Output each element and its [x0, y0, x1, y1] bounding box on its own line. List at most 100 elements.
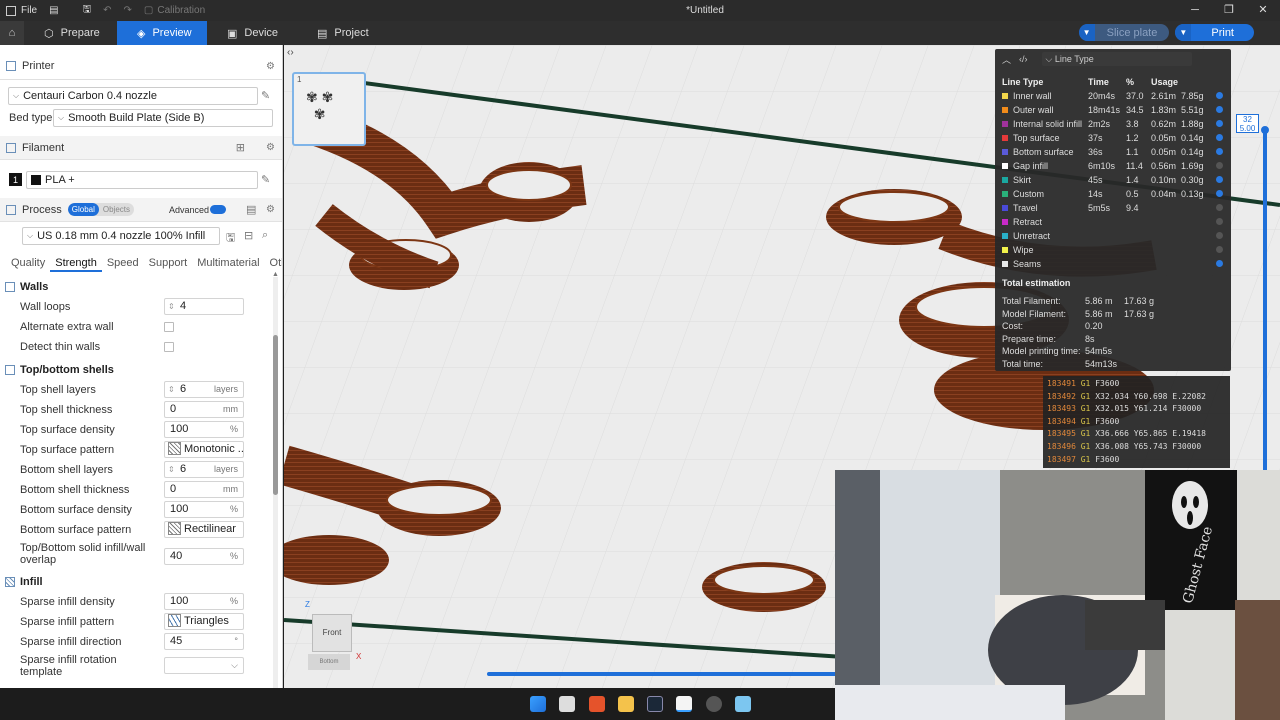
view-cube-bottom[interactable]: Bottom: [308, 654, 350, 670]
filament-settings-icon[interactable]: ⚙: [266, 142, 275, 153]
bottom-surface-density-input[interactable]: 100%: [164, 501, 244, 518]
calibration-menu[interactable]: ▢ Calibration: [138, 0, 211, 21]
view-cube-front[interactable]: Front: [312, 614, 352, 652]
visibility-eye-icon[interactable]: [1216, 204, 1223, 211]
scroll-thumb[interactable]: [273, 335, 278, 495]
tab-support[interactable]: Support: [144, 254, 193, 272]
search-icon[interactable]: ⌕: [262, 229, 268, 242]
edit-printer-icon[interactable]: ✎: [261, 89, 270, 102]
spin-icon[interactable]: ⇕: [168, 462, 175, 477]
printer-settings-icon[interactable]: ⚙: [266, 61, 275, 72]
slicer-icon[interactable]: [676, 696, 692, 712]
visibility-eye-icon[interactable]: [1216, 92, 1223, 99]
sparse-direction-input[interactable]: 45 °: [164, 633, 244, 650]
tab-prepare[interactable]: ⬡ Prepare: [24, 21, 117, 45]
redo-icon[interactable]: ↷: [118, 0, 138, 21]
close-icon[interactable]: ✕: [1246, 0, 1280, 21]
sidebar-scrollbar[interactable]: [273, 277, 278, 688]
save-preset-icon[interactable]: 🖫: [226, 229, 235, 248]
spin-icon[interactable]: ⇕: [168, 299, 175, 314]
add-filament-icon[interactable]: ⊞: [236, 141, 245, 154]
visibility-eye-icon[interactable]: [1216, 218, 1223, 225]
legend-row[interactable]: Top surface 37s 1.2 0.05m 0.14g: [1002, 131, 1228, 145]
sparse-density-input[interactable]: 100%: [164, 593, 244, 610]
start-icon[interactable]: [530, 696, 546, 712]
plate-thumbnail[interactable]: 1 ✾ ✾ ✾: [292, 72, 366, 146]
tab-speed[interactable]: Speed: [102, 254, 144, 272]
minimize-icon[interactable]: ─: [1178, 0, 1212, 21]
advanced-toggle[interactable]: [210, 205, 226, 214]
legend-row[interactable]: Internal solid infill 2m2s 3.8 0.62m 1.88g: [1002, 117, 1228, 131]
top-surface-density-input[interactable]: 100%: [164, 421, 244, 438]
spin-icon[interactable]: ⇕: [168, 382, 175, 397]
bed-type-select[interactable]: ⌵ Smooth Build Plate (Side B): [53, 109, 273, 127]
edit-filament-icon[interactable]: ✎: [261, 173, 270, 186]
collapse-legend-icon[interactable]: ︿: [1002, 53, 1011, 66]
legend-row[interactable]: Bottom surface 36s 1.1 0.05m 0.14g: [1002, 145, 1228, 159]
legend-row[interactable]: Skirt 45s 1.4 0.10m 0.30g: [1002, 173, 1228, 187]
top-surface-pattern-select[interactable]: Monotonic ...: [164, 441, 244, 458]
code-view-icon[interactable]: ‹/›: [1019, 54, 1028, 64]
legend-row[interactable]: Travel 5m5s 9.4: [1002, 201, 1228, 215]
legend-row[interactable]: Inner wall 20m4s 37.0 2.61m 7.85g: [1002, 89, 1228, 103]
tab-project[interactable]: ▤ Project: [297, 21, 387, 45]
printer-select[interactable]: ⌵ Centauri Carbon 0.4 nozzle: [8, 87, 258, 105]
print-button[interactable]: ▼ Print: [1175, 24, 1254, 41]
tab-preview[interactable]: ◈ Preview: [117, 21, 207, 45]
app-icon-2[interactable]: [706, 696, 722, 712]
detect-thin-walls-checkbox[interactable]: [164, 342, 174, 352]
visibility-eye-icon[interactable]: [1216, 120, 1223, 127]
legend-row[interactable]: Outer wall 18m41s 34.5 1.83m 5.51g: [1002, 103, 1228, 117]
compare-icon[interactable]: ▤: [246, 203, 256, 216]
legend-row[interactable]: Custom 14s 0.5 0.04m 0.13g: [1002, 187, 1228, 201]
brave-icon[interactable]: [589, 696, 605, 712]
tab-quality[interactable]: Quality: [0, 254, 50, 272]
process-settings-icon[interactable]: ⚙: [266, 204, 275, 215]
filament-color-swatch[interactable]: [31, 175, 41, 185]
bottom-shell-layers-input[interactable]: ⇕ 6 layers: [164, 461, 244, 478]
print-dropdown-icon[interactable]: ▼: [1175, 24, 1192, 41]
objects-option[interactable]: Objects: [99, 203, 134, 216]
legend-row[interactable]: Gap infill 6m10s 11.4 0.56m 1.69g: [1002, 159, 1228, 173]
visibility-eye-icon[interactable]: [1216, 148, 1223, 155]
view-type-select[interactable]: ⌵ Line Type: [1041, 52, 1192, 66]
slice-dropdown-icon[interactable]: ▼: [1078, 24, 1095, 41]
maximize-icon[interactable]: ❐: [1212, 0, 1246, 21]
menu-icon[interactable]: ▤: [43, 0, 64, 21]
legend-row[interactable]: Retract: [1002, 215, 1228, 229]
scroll-up-icon[interactable]: ▲: [272, 271, 279, 278]
steam-icon[interactable]: [647, 696, 663, 712]
tab-strength[interactable]: Strength: [50, 254, 102, 272]
bottom-shell-thickness-input[interactable]: 0 mm: [164, 481, 244, 498]
visibility-eye-icon[interactable]: [1216, 246, 1223, 253]
sparse-rotation-select[interactable]: ⌵: [164, 657, 244, 674]
legend-row[interactable]: Seams: [1002, 257, 1228, 271]
tab-others[interactable]: Oth...: [265, 254, 282, 272]
collapse-sidebar-icon[interactable]: ‹›: [287, 47, 299, 61]
visibility-eye-icon[interactable]: [1216, 134, 1223, 141]
bottom-surface-pattern-select[interactable]: Rectilinear: [164, 521, 244, 538]
home-icon[interactable]: ⌂: [0, 21, 24, 45]
sparse-pattern-select[interactable]: Triangles: [164, 613, 244, 630]
legend-row[interactable]: Wipe: [1002, 243, 1228, 257]
save-icon[interactable]: 🖫: [77, 0, 98, 21]
legend-row[interactable]: Unretract: [1002, 229, 1228, 243]
visibility-eye-icon[interactable]: [1216, 162, 1223, 169]
process-scope-toggle[interactable]: Global Objects: [67, 203, 134, 216]
visibility-eye-icon[interactable]: [1216, 232, 1223, 239]
filament-select[interactable]: PLA +: [26, 171, 258, 189]
notepad-icon[interactable]: [735, 696, 751, 712]
layer-progress-slider[interactable]: [487, 672, 837, 676]
top-shell-layers-input[interactable]: ⇕ 6 layers: [164, 381, 244, 398]
folder-icon[interactable]: [618, 696, 634, 712]
file-menu[interactable]: File: [0, 0, 43, 21]
view-cube[interactable]: Front Bottom Z X: [300, 600, 370, 674]
process-preset-select[interactable]: ⌵ US 0.18 mm 0.4 nozzle 100% Infill: [22, 227, 220, 245]
slice-plate-button[interactable]: ▼ Slice plate: [1078, 24, 1170, 41]
undo-icon[interactable]: ↶: [97, 0, 117, 21]
alt-extra-wall-checkbox[interactable]: [164, 322, 174, 332]
tab-multimaterial[interactable]: Multimaterial: [192, 254, 264, 272]
global-option[interactable]: Global: [67, 203, 99, 216]
top-shell-thickness-input[interactable]: 0 mm: [164, 401, 244, 418]
delete-preset-icon[interactable]: ⊟: [244, 229, 253, 242]
